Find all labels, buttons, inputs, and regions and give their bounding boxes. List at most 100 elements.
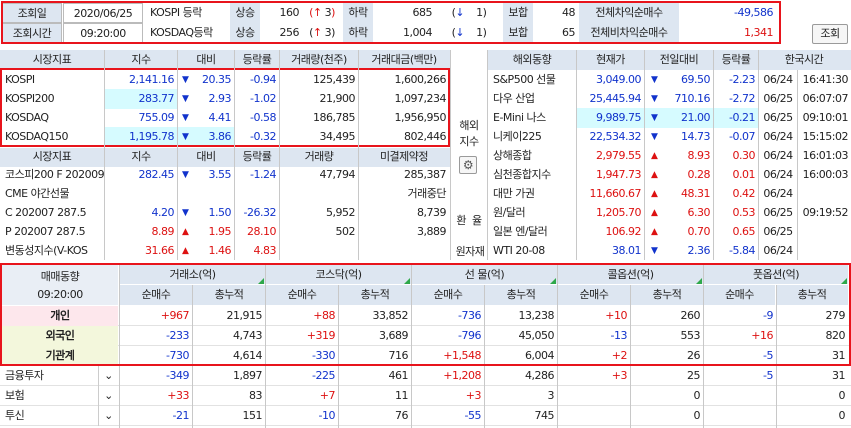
world-change: ▼ 21.00 <box>645 108 713 128</box>
trade-sub-cum: 총누적 <box>485 285 557 305</box>
raw-material-button[interactable]: 원자재 <box>452 243 488 261</box>
query-button[interactable]: 조회 <box>812 24 848 44</box>
fx-button[interactable]: 환 율 <box>452 213 486 241</box>
trade-cum: 3 <box>547 389 555 402</box>
futures-row[interactable]: C 202007 287.5 4.20 ▼ 1.50 -26.32 5,952 8… <box>0 203 450 222</box>
gear-icon[interactable]: ⚙ <box>459 156 477 174</box>
futures-oi: 8,739 <box>417 206 447 219</box>
expand-chevron-icon[interactable]: ⌄ <box>98 386 118 406</box>
world-time: 16:00:03 <box>802 168 849 181</box>
trade-net: +1,548 <box>443 349 481 362</box>
grid-line <box>484 285 485 428</box>
trade-row[interactable]: 외국인 -233 4,743 +319 3,689 -796 45,050 -13 553 +16… <box>0 326 851 346</box>
world-time: 06:07:07 <box>802 92 849 105</box>
fut-hdr-name: 시장지표 <box>32 150 72 163</box>
index-row[interactable]: KOSPI200 283.77 ▼ 2.93 -1.02 21,900 1,097… <box>0 89 450 109</box>
futures-oi: 거래중단 <box>407 187 447 200</box>
trade-net: -5 <box>763 349 773 362</box>
idx-hdr-name: 시장지표 <box>32 53 72 66</box>
trade-row[interactable]: 금융투자 ⌄ -349 1,897 -225 461 +1,208 4,286 +3 25 -5 31 <box>0 366 851 386</box>
trade-cum: 31 <box>832 369 846 382</box>
trade-cum: 461 <box>388 369 409 382</box>
index-row[interactable]: KOSPI 2,141.16 ▼ 20.35 -0.94 125,439 1,60… <box>0 70 450 89</box>
trade-table: 매매동향 09:20:00 거래소(억) 순매수 총누적 코스닥(억) 순매수 총누적 선 … <box>0 263 851 428</box>
trade-investor: 보험 <box>5 389 25 402</box>
world-rate: -2.23 <box>729 73 755 86</box>
trade-investor: 개인 <box>2 306 118 326</box>
grid-line <box>411 265 412 428</box>
trade-net: -5 <box>763 369 773 382</box>
world-name: 상해종합 <box>493 149 532 162</box>
world-name: 다우 산업 <box>493 92 535 105</box>
futures-rate: -26.32 <box>243 206 277 219</box>
futures-change-value: 1.50 <box>208 206 232 219</box>
world-name: E-Mini 나스 <box>493 111 546 124</box>
trade-row[interactable]: 보험 ⌄ +33 83 +7 11 +3 3 0 0 <box>0 386 851 406</box>
kospi-limitup-count: 3 <box>324 6 332 19</box>
futures-row[interactable]: 변동성지수(V-KOS 31.66 ▲ 1.46 4.83 <box>0 241 450 260</box>
grid-line <box>265 265 266 428</box>
trade-sub-net: 순매수 <box>120 285 192 305</box>
trade-cum: 279 <box>825 309 846 322</box>
index-change-value: 2.93 <box>208 92 232 105</box>
trade-cum: 3,689 <box>379 329 409 342</box>
world-name: 원/달러 <box>493 206 526 219</box>
index-row[interactable]: KOSDAQ 755.09 ▼ 4.41 -0.58 186,785 1,956,… <box>0 108 450 127</box>
kospi-limitup-paren: (↑ 3) <box>309 6 335 19</box>
trade-cum: 0 <box>693 409 701 422</box>
date-field[interactable]: 2020/06/25 <box>63 3 143 23</box>
index-name: KOSDAQ <box>5 111 49 124</box>
trade-net: +33 <box>167 389 189 402</box>
overseas-label-1: 해외 <box>459 119 479 132</box>
index-name: KOSDAQ150 <box>5 130 69 143</box>
up-arrow-icon: ▲ <box>651 189 658 199</box>
index-volume: 186,785 <box>313 111 356 124</box>
world-price: 38.01 <box>612 244 642 257</box>
world-time: 09:19:52 <box>802 206 849 219</box>
index-change: ▼ 2.93 <box>182 92 232 105</box>
futures-value: 8.89 <box>151 225 175 238</box>
index-change-value: 20.35 <box>202 73 232 86</box>
futures-row[interactable]: P 202007 287.5 8.89 ▲ 1.95 28.10 502 3,88… <box>0 222 450 241</box>
futures-change-value: 1.46 <box>208 244 232 257</box>
world-price: 106.92 <box>605 225 642 238</box>
grid-line <box>630 285 631 428</box>
index-change: ▼ 3.86 <box>178 127 234 147</box>
kosdaq-limitdown-paren: (↓ 1) <box>451 26 487 39</box>
overseas-index-button[interactable]: 해외 지수 <box>452 118 486 154</box>
time-field[interactable]: 09:20:00 <box>63 23 143 43</box>
trade-cum: 0 <box>838 389 846 402</box>
world-change-value: 21.00 <box>681 111 711 124</box>
world-change: ▲ 0.28 <box>645 165 713 185</box>
index-row[interactable]: KOSDAQ150 1,195.78 ▼ 3.86 -0.32 34,495 80… <box>0 127 450 147</box>
index-amount: 802,446 <box>404 130 447 143</box>
overseas-label-2: 지수 <box>459 135 479 148</box>
trade-investor: 외국인 <box>2 326 118 346</box>
world-price: 22,534.32 <box>589 130 642 143</box>
futures-volume: 5,952 <box>326 206 356 219</box>
world-rate: 0.53 <box>732 206 756 219</box>
trade-cum: 151 <box>242 409 263 422</box>
world-time <box>798 222 851 242</box>
kospi-advdec-label: KOSPI 등락 <box>150 6 202 19</box>
futures-row[interactable]: 코스피200 F 202009 282.45 ▼ 3.55 -1.24 47,79… <box>0 165 450 184</box>
world-change: ▲ 48.31 <box>645 184 713 204</box>
trade-row[interactable]: 기관계 -730 4,614 -330 716 +1,548 6,004 +2 26 -5 31 <box>0 346 851 366</box>
trade-net: -233 <box>166 329 189 342</box>
trade-net: +967 <box>160 309 190 322</box>
index-change: ▼ 20.35 <box>182 73 232 86</box>
kosdaq-limitup-count: 3 <box>324 26 332 39</box>
world-time: 09:10:01 <box>802 111 849 124</box>
trade-row[interactable]: 투신 ⌄ -21 151 -10 76 -55 745 0 0 <box>0 406 851 426</box>
trade-net: +7 <box>319 389 336 402</box>
trade-row[interactable]: 개인 +967 21,915 +88 33,852 -736 13,238 +10 260 -9 2… <box>0 306 851 326</box>
futures-row[interactable]: CME 야간선물 거래중단 <box>0 184 450 203</box>
trade-net: +88 <box>313 309 335 322</box>
grid-line <box>776 285 777 428</box>
expand-chevron-icon[interactable]: ⌄ <box>98 366 118 386</box>
kospi-down-label: 하락 <box>343 3 373 23</box>
expand-chevron-icon[interactable]: ⌄ <box>98 406 118 426</box>
world-price: 3,049.00 <box>596 73 641 86</box>
world-change: ▼ 69.50 <box>645 70 713 90</box>
world-change-value: 0.70 <box>687 225 711 238</box>
